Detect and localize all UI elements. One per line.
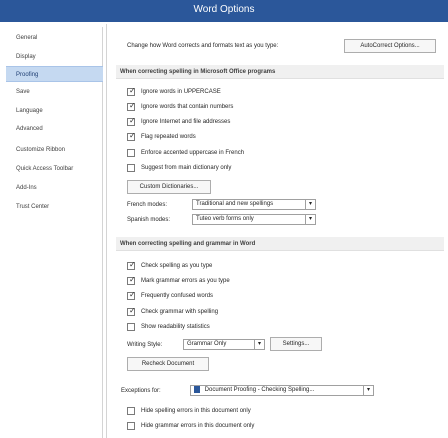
chevron-down-icon: ▾: [363, 386, 373, 395]
custom-dictionaries-button[interactable]: Custom Dictionaries...: [127, 180, 211, 194]
writing-style-select[interactable]: Grammar Only ▾: [183, 339, 265, 350]
checkbox-label: Ignore words that contain numbers: [141, 104, 234, 110]
word-spelling-grammar-header: When correcting spelling and grammar in …: [116, 237, 444, 251]
office-spelling-header: When correcting spelling in Microsoft Of…: [116, 65, 444, 79]
chevron-down-icon: ▾: [305, 215, 315, 224]
ignore-uppercase-checkbox[interactable]: ✓ Ignore words in UPPERCASE: [127, 86, 221, 97]
sidebar-item-display[interactable]: Display: [6, 49, 103, 65]
writing-style-value: Grammar Only: [187, 341, 227, 347]
spanish-modes-select[interactable]: Tuteo verb forms only ▾: [192, 214, 316, 225]
panel-divider: [106, 24, 107, 438]
checkbox-icon: ✓: [127, 131, 136, 141]
hide-spelling-errors-checkbox[interactable]: Hide spelling errors in this document on…: [127, 406, 251, 416]
autocorrect-options-button[interactable]: AutoCorrect Options...: [344, 39, 436, 53]
checkbox-label: Hide spelling errors in this document on…: [141, 408, 251, 414]
checkbox-label: Suggest from main dictionary only: [141, 165, 232, 171]
checkbox-icon: ✓: [127, 290, 136, 300]
checkbox-icon: [127, 323, 135, 331]
checkbox-label: Show readability statistics: [141, 324, 210, 330]
autocorrect-prompt: Change how Word corrects and formats tex…: [127, 43, 279, 49]
hide-grammar-errors-checkbox[interactable]: Hide grammar errors in this document onl…: [127, 421, 254, 431]
sidebar-item-add-ins[interactable]: Add-Ins: [6, 180, 103, 196]
checkbox-icon: ✓: [127, 86, 136, 96]
title-bar: Word Options: [0, 0, 448, 22]
french-modes-value: Traditional and new spellings: [196, 201, 274, 207]
checkbox-icon: ✓: [127, 101, 136, 111]
proofing-panel: Change how Word corrects and formats tex…: [110, 27, 448, 438]
word-document-icon: [194, 386, 200, 393]
spanish-modes-label: Spanish modes:: [127, 217, 171, 223]
checkbox-label: Flag repeated words: [141, 134, 196, 140]
show-readability-checkbox[interactable]: Show readability statistics: [127, 322, 210, 332]
settings-button[interactable]: Settings...: [270, 337, 322, 351]
french-modes-label: French modes:: [127, 202, 168, 208]
sidebar-item-advanced[interactable]: Advanced: [6, 121, 103, 137]
check-spelling-checkbox[interactable]: ✓ Check spelling as you type: [127, 260, 213, 271]
sidebar-item-proofing[interactable]: Proofing: [6, 66, 103, 82]
sidebar-item-general[interactable]: General: [6, 30, 103, 46]
checkbox-label: Ignore words in UPPERCASE: [141, 89, 221, 95]
french-modes-select[interactable]: Traditional and new spellings ▾: [192, 199, 316, 210]
window-title: Word Options: [193, 4, 255, 15]
checkbox-icon: ✓: [127, 275, 136, 285]
checkbox-label: Check spelling as you type: [141, 263, 213, 269]
exceptions-label: Exceptions for:: [121, 388, 161, 394]
checkbox-icon: [127, 164, 135, 172]
sidebar-item-customize-ribbon[interactable]: Customize Ribbon: [6, 142, 103, 158]
checkbox-icon: [127, 149, 135, 157]
sidebar-item-language[interactable]: Language: [6, 103, 103, 119]
checkbox-label: Mark grammar errors as you type: [141, 278, 230, 284]
check-grammar-with-spelling-checkbox[interactable]: ✓ Check grammar with spelling: [127, 306, 219, 317]
ignore-internet-addresses-checkbox[interactable]: ✓ Ignore Internet and file addresses: [127, 116, 231, 127]
sidebar-item-save[interactable]: Save: [6, 84, 103, 100]
checkbox-label: Check grammar with spelling: [141, 309, 219, 315]
exceptions-document-value: Document Proofing - Checking Spelling...: [204, 387, 315, 394]
options-sidebar: General Display Proofing Save Language A…: [6, 27, 103, 438]
enforce-accented-uppercase-checkbox[interactable]: Enforce accented uppercase in French: [127, 148, 244, 158]
checkbox-icon: ✓: [127, 260, 136, 270]
ignore-numbers-checkbox[interactable]: ✓ Ignore words that contain numbers: [127, 101, 234, 112]
spanish-modes-value: Tuteo verb forms only: [196, 216, 254, 222]
checkbox-label: Frequently confused words: [141, 293, 214, 299]
mark-grammar-errors-checkbox[interactable]: ✓ Mark grammar errors as you type: [127, 275, 230, 286]
exceptions-document-select[interactable]: Document Proofing - Checking Spelling...…: [190, 385, 374, 396]
suggest-main-dictionary-checkbox[interactable]: Suggest from main dictionary only: [127, 163, 231, 173]
checkbox-label: Hide grammar errors in this document onl…: [141, 423, 255, 429]
checkbox-icon: ✓: [127, 116, 136, 126]
writing-style-label: Writing Style:: [127, 342, 163, 348]
sidebar-item-trust-center[interactable]: Trust Center: [6, 199, 103, 215]
checkbox-icon: [127, 407, 135, 415]
flag-repeated-words-checkbox[interactable]: ✓ Flag repeated words: [127, 131, 196, 142]
frequently-confused-words-checkbox[interactable]: ✓ Frequently confused words: [127, 290, 214, 301]
checkbox-icon: ✓: [127, 306, 136, 316]
recheck-document-button[interactable]: Recheck Document: [127, 357, 209, 371]
sidebar-item-quick-access-toolbar[interactable]: Quick Access Toolbar: [6, 161, 103, 177]
checkbox-label: Ignore Internet and file addresses: [141, 119, 231, 125]
checkbox-icon: [127, 422, 135, 430]
chevron-down-icon: ▾: [305, 200, 315, 209]
checkbox-label: Enforce accented uppercase in French: [141, 150, 245, 156]
chevron-down-icon: ▾: [254, 340, 264, 349]
